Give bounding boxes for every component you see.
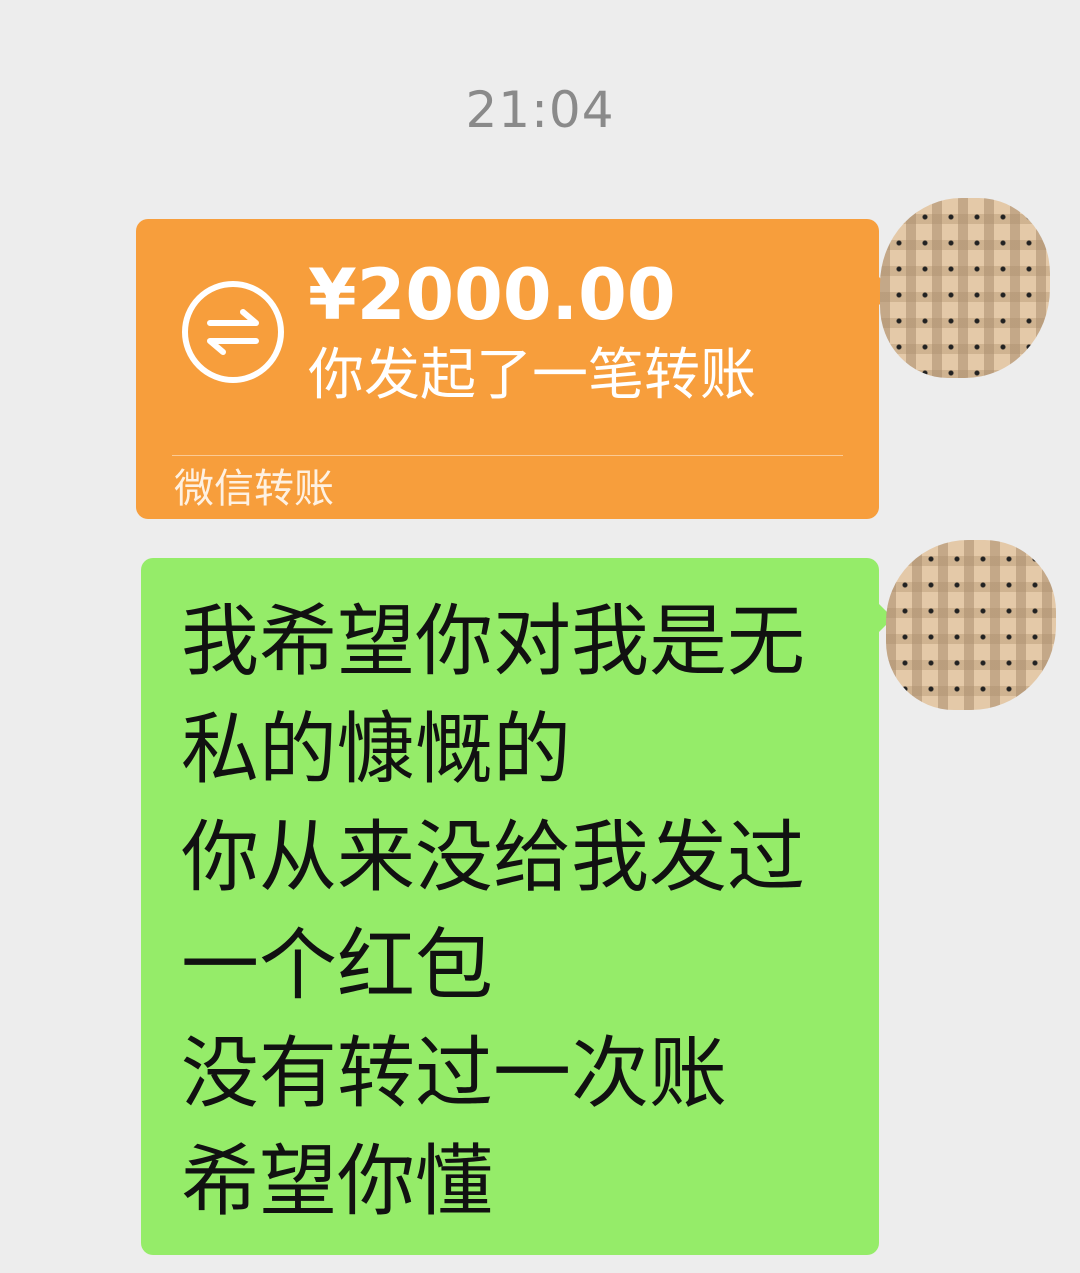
transfer-status-text: 你发起了一笔转账 bbox=[308, 343, 756, 408]
avatar[interactable] bbox=[886, 540, 1056, 710]
message-line: 一个红包 bbox=[181, 921, 494, 1011]
message-line: 希望你懂 bbox=[181, 1137, 494, 1227]
message-line: 我希望你对我是无 bbox=[181, 597, 806, 687]
transfer-message-card[interactable]: ¥2000.00 你发起了一笔转账 微信转账 bbox=[136, 219, 893, 519]
message-line: 私的慷慨的 bbox=[181, 705, 572, 795]
avatar[interactable] bbox=[880, 198, 1050, 378]
message-text: 我希望你对我是无 私的慷慨的 你从来没给我发过 一个红包 没有转过一次账 希望你… bbox=[181, 588, 861, 1236]
text-message-bubble[interactable]: 我希望你对我是无 私的慷慨的 你从来没给我发过 一个红包 没有转过一次账 希望你… bbox=[141, 558, 893, 1255]
card-divider bbox=[172, 455, 843, 456]
transfer-amount: ¥2000.00 bbox=[308, 254, 676, 336]
transfer-card-footer: 微信转账 bbox=[174, 466, 334, 512]
message-timestamp: 21:04 bbox=[465, 81, 615, 139]
transfer-arrows-icon bbox=[182, 281, 284, 383]
message-line: 你从来没给我发过 bbox=[181, 813, 806, 903]
message-line: 没有转过一次账 bbox=[181, 1029, 728, 1119]
